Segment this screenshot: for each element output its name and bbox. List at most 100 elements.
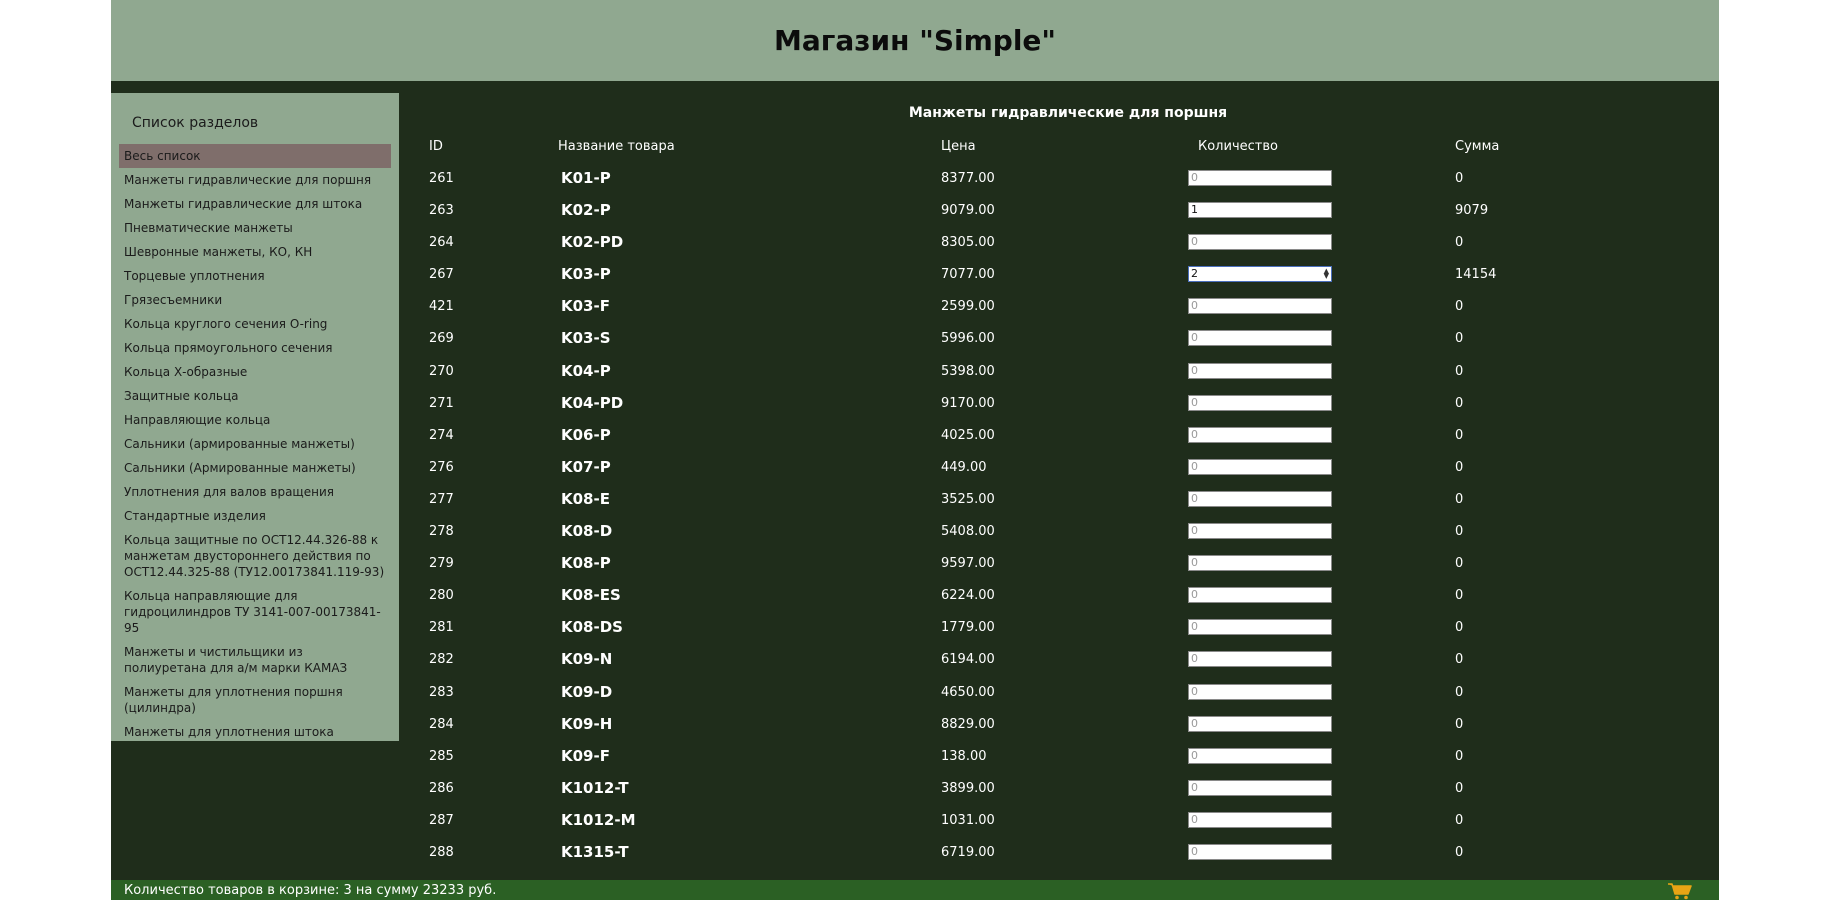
sidebar-item-pneumatic-cuffs[interactable]: Пневматические манжеты bbox=[119, 216, 391, 240]
row-sum: 14154 bbox=[1455, 267, 1497, 283]
row-sum: 0 bbox=[1455, 524, 1464, 540]
quantity-input[interactable]: 0 bbox=[1188, 587, 1332, 604]
quantity-input[interactable]: 0 bbox=[1188, 715, 1332, 732]
sidebar-title: Список разделов bbox=[132, 115, 259, 131]
row-sum: 0 bbox=[1455, 780, 1464, 796]
sidebar-item-wipers[interactable]: Грязесъемники bbox=[119, 288, 391, 312]
sidebar-item-rod-cuffs[interactable]: Манжеты гидравлические для штока bbox=[119, 192, 391, 216]
sidebar-item-protective-rings-ost[interactable]: Кольца защитные по ОСТ12.44.326-88 к ман… bbox=[119, 528, 391, 584]
quantity-input[interactable]: 1 bbox=[1188, 202, 1332, 219]
quantity-input[interactable]: 0 bbox=[1188, 458, 1332, 475]
sidebar-item-x-rings[interactable]: Кольца Х-образные bbox=[119, 360, 391, 384]
page: Магазин "Simple" Список разделов Весь сп… bbox=[111, 0, 1719, 900]
quantity-input[interactable]: 0 bbox=[1188, 811, 1332, 828]
product-id: 277 bbox=[429, 491, 454, 507]
product-id: 263 bbox=[429, 203, 454, 219]
sidebar-list: Весь список Манжеты гидравлические для п… bbox=[119, 144, 391, 744]
table-row: 279 K08-P 9597.00 0 0 bbox=[417, 548, 1719, 580]
sidebar-item-protective-rings[interactable]: Защитные кольца bbox=[119, 384, 391, 408]
table-row: 277 K08-E 3525.00 0 0 bbox=[417, 484, 1719, 516]
product-name: K1315-T bbox=[561, 842, 629, 861]
table-row: 278 K08-D 5408.00 0 0 bbox=[417, 516, 1719, 548]
quantity-input[interactable]: 2 ▲ ▼ bbox=[1188, 266, 1332, 283]
product-name: K03-F bbox=[561, 297, 610, 316]
sidebar-item-all[interactable]: Весь список bbox=[119, 144, 391, 168]
product-price: 6719.00 bbox=[941, 844, 995, 860]
product-name: K09-F bbox=[561, 746, 610, 765]
product-price: 9597.00 bbox=[941, 556, 995, 572]
quantity-input[interactable]: 0 bbox=[1188, 330, 1332, 347]
quantity-input[interactable]: 0 bbox=[1188, 490, 1332, 507]
sidebar-item-guide-rings[interactable]: Направляющие кольца bbox=[119, 408, 391, 432]
quantity-input[interactable]: 0 bbox=[1188, 843, 1332, 860]
quantity-input[interactable]: 0 bbox=[1188, 523, 1332, 540]
quantity-input[interactable]: 0 bbox=[1188, 362, 1332, 379]
table-row: 421 K03-F 2599.00 0 0 bbox=[417, 291, 1719, 323]
product-id: 283 bbox=[429, 684, 454, 700]
product-price: 9170.00 bbox=[941, 395, 995, 411]
quantity-input[interactable]: 0 bbox=[1188, 779, 1332, 796]
product-name: K04-PD bbox=[561, 393, 624, 412]
sidebar-item-piston-seal-cuffs[interactable]: Манжеты для уплотнения поршня (цилиндра) bbox=[119, 680, 391, 720]
sidebar-item-o-rings[interactable]: Кольца круглого сечения O-ring bbox=[119, 312, 391, 336]
quantity-input[interactable]: 0 bbox=[1188, 394, 1332, 411]
product-id: 421 bbox=[429, 299, 454, 315]
sidebar-item-oil-seals-1[interactable]: Сальники (армированные манжеты) bbox=[119, 432, 391, 456]
product-price: 3899.00 bbox=[941, 780, 995, 796]
quantity-value: 0 bbox=[1191, 299, 1198, 313]
quantity-value: 0 bbox=[1191, 748, 1198, 762]
product-name: K09-N bbox=[561, 650, 613, 669]
product-price: 138.00 bbox=[941, 748, 987, 764]
quantity-input[interactable]: 0 bbox=[1188, 747, 1332, 764]
product-id: 279 bbox=[429, 556, 454, 572]
product-name: K03-S bbox=[561, 329, 611, 348]
quantity-value: 0 bbox=[1191, 652, 1198, 666]
product-name: K02-P bbox=[561, 201, 611, 220]
row-sum: 0 bbox=[1455, 556, 1464, 572]
sidebar-item-oil-seals-2[interactable]: Сальники (Армированные манжеты) bbox=[119, 456, 391, 480]
quantity-input[interactable]: 0 bbox=[1188, 651, 1332, 668]
sidebar-item-piston-cuffs[interactable]: Манжеты гидравлические для поршня bbox=[119, 168, 391, 192]
product-id: 270 bbox=[429, 363, 454, 379]
row-sum: 0 bbox=[1455, 459, 1464, 475]
quantity-input[interactable]: 0 bbox=[1188, 234, 1332, 251]
spinner-arrows-icon[interactable]: ▲ ▼ bbox=[1324, 268, 1329, 280]
product-id: 285 bbox=[429, 748, 454, 764]
page-title: Магазин "Simple" bbox=[773, 24, 1056, 57]
sidebar-item-chevron-cuffs[interactable]: Шевронные манжеты, КО, КН bbox=[119, 240, 391, 264]
quantity-value: 0 bbox=[1191, 363, 1198, 377]
column-header-name: Название товара bbox=[558, 139, 675, 154]
sidebar-item-kamaz-cuffs[interactable]: Манжеты и чистильщики из полиуретана для… bbox=[119, 640, 391, 680]
quantity-input[interactable]: 0 bbox=[1188, 555, 1332, 572]
quantity-input[interactable]: 0 bbox=[1188, 298, 1332, 315]
product-id: 274 bbox=[429, 427, 454, 443]
product-id: 284 bbox=[429, 716, 454, 732]
quantity-input[interactable]: 0 bbox=[1188, 683, 1332, 700]
cart-icon[interactable] bbox=[1667, 882, 1693, 900]
row-sum: 0 bbox=[1455, 812, 1464, 828]
product-name: K08-P bbox=[561, 554, 611, 573]
sidebar-item-standard-products[interactable]: Стандартные изделия bbox=[119, 504, 391, 528]
footer: Количество товаров в корзине: 3 на сумму… bbox=[111, 880, 1719, 900]
quantity-input[interactable]: 0 bbox=[1188, 619, 1332, 636]
sidebar-item-rectangular-rings[interactable]: Кольца прямоугольного сечения bbox=[119, 336, 391, 360]
product-price: 6224.00 bbox=[941, 588, 995, 604]
sidebar-item-rod-seal-cuffs[interactable]: Манжеты для уплотнения штока bbox=[119, 720, 391, 744]
sidebar: Список разделов Весь список Манжеты гидр… bbox=[111, 93, 399, 741]
quantity-input[interactable]: 0 bbox=[1188, 170, 1332, 186]
quantity-value: 0 bbox=[1191, 588, 1198, 602]
product-id: 269 bbox=[429, 331, 454, 347]
table-row: 282 K09-N 6194.00 0 0 bbox=[417, 644, 1719, 676]
quantity-value: 0 bbox=[1191, 427, 1198, 441]
product-id: 287 bbox=[429, 812, 454, 828]
sidebar-item-rotary-shaft-seals[interactable]: Уплотнения для валов вращения bbox=[119, 480, 391, 504]
row-sum: 0 bbox=[1455, 427, 1464, 443]
product-id: 286 bbox=[429, 780, 454, 796]
product-price: 6194.00 bbox=[941, 652, 995, 668]
quantity-value: 0 bbox=[1191, 556, 1198, 570]
quantity-value: 0 bbox=[1191, 524, 1198, 538]
sidebar-item-guide-rings-tu[interactable]: Кольца направляющие для гидроцилиндров Т… bbox=[119, 584, 391, 640]
quantity-input[interactable]: 0 bbox=[1188, 426, 1332, 443]
table-row: 270 K04-P 5398.00 0 0 bbox=[417, 356, 1719, 388]
sidebar-item-face-seals[interactable]: Торцевые уплотнения bbox=[119, 264, 391, 288]
